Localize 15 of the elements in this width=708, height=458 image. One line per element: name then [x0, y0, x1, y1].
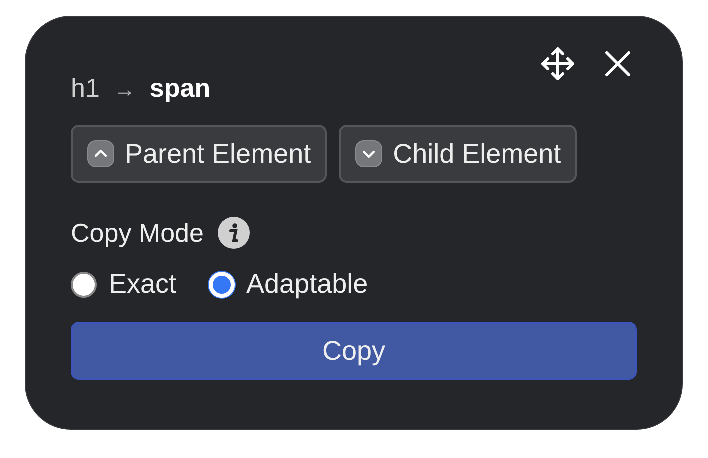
breadcrumb-current-tag: span	[150, 73, 211, 104]
breadcrumb-tag: h1	[71, 73, 100, 104]
mode-option[interactable]: Adaptable	[208, 269, 368, 300]
child-element-button[interactable]: Child Element	[339, 125, 578, 183]
move-icon[interactable]	[541, 47, 575, 81]
arrow-separator: →	[114, 77, 136, 103]
chevron-up-icon	[87, 140, 115, 168]
parent-element-button[interactable]: Parent Element	[71, 125, 328, 183]
radio-button[interactable]	[71, 272, 97, 298]
close-icon[interactable]	[605, 51, 631, 77]
copy-mode-label: Copy Mode	[71, 218, 204, 248]
mode-option[interactable]: Exact	[71, 269, 177, 300]
chevron-down-icon	[355, 140, 384, 168]
copy-button[interactable]: Copy	[71, 322, 637, 380]
info-icon[interactable]	[218, 217, 250, 249]
